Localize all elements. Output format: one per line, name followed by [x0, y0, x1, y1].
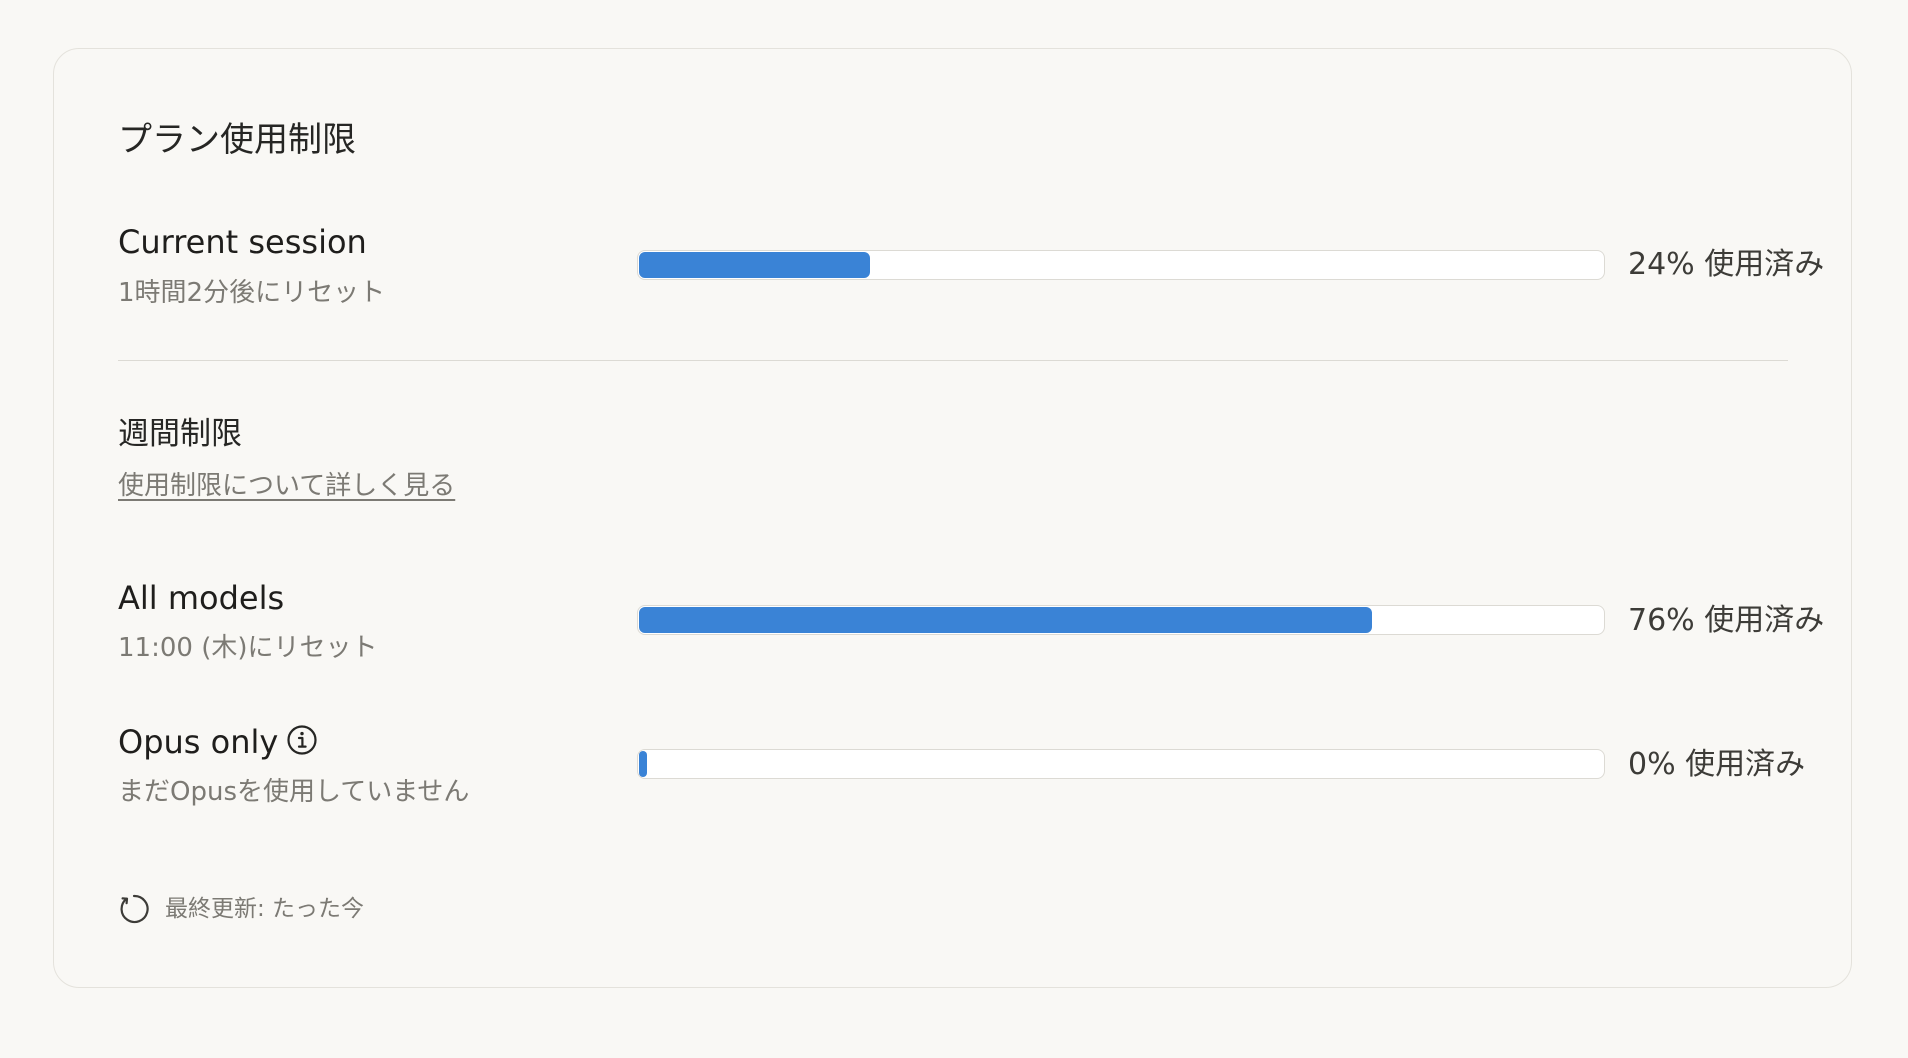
page-title: プラン使用制限: [118, 120, 356, 160]
current-session-reset-text: 1時間2分後にリセット: [118, 278, 386, 308]
section-divider: [118, 360, 1788, 361]
opus-only-status-text: まだOpusを使用していません: [118, 777, 470, 807]
refresh-icon[interactable]: [117, 892, 151, 926]
opus-only-progress-bar: [637, 749, 1605, 779]
opus-only-percent: 0% 使用済み: [1628, 747, 1806, 782]
all-models-label: All models: [118, 579, 285, 617]
all-models-progress-fill: [639, 607, 1372, 633]
current-session-progress-fill: [639, 252, 871, 278]
all-models-percent: 76% 使用済み: [1628, 603, 1825, 638]
plan-usage-card: [53, 48, 1852, 988]
current-session-progress-bar: [637, 250, 1605, 280]
info-icon[interactable]: [286, 724, 318, 756]
current-session-percent: 24% 使用済み: [1628, 247, 1825, 282]
all-models-progress-bar: [637, 605, 1605, 635]
opus-only-progress-fill: [639, 751, 647, 777]
last-updated-text: 最終更新: たった今: [165, 896, 365, 922]
weekly-limits-title: 週間制限: [118, 416, 242, 452]
opus-only-label: Opus only: [118, 723, 279, 761]
learn-more-usage-limits-link[interactable]: 使用制限について詳しく見る: [118, 466, 455, 506]
current-session-label: Current session: [118, 223, 367, 261]
all-models-reset-text: 11:00 (木)にリセット: [118, 633, 378, 663]
